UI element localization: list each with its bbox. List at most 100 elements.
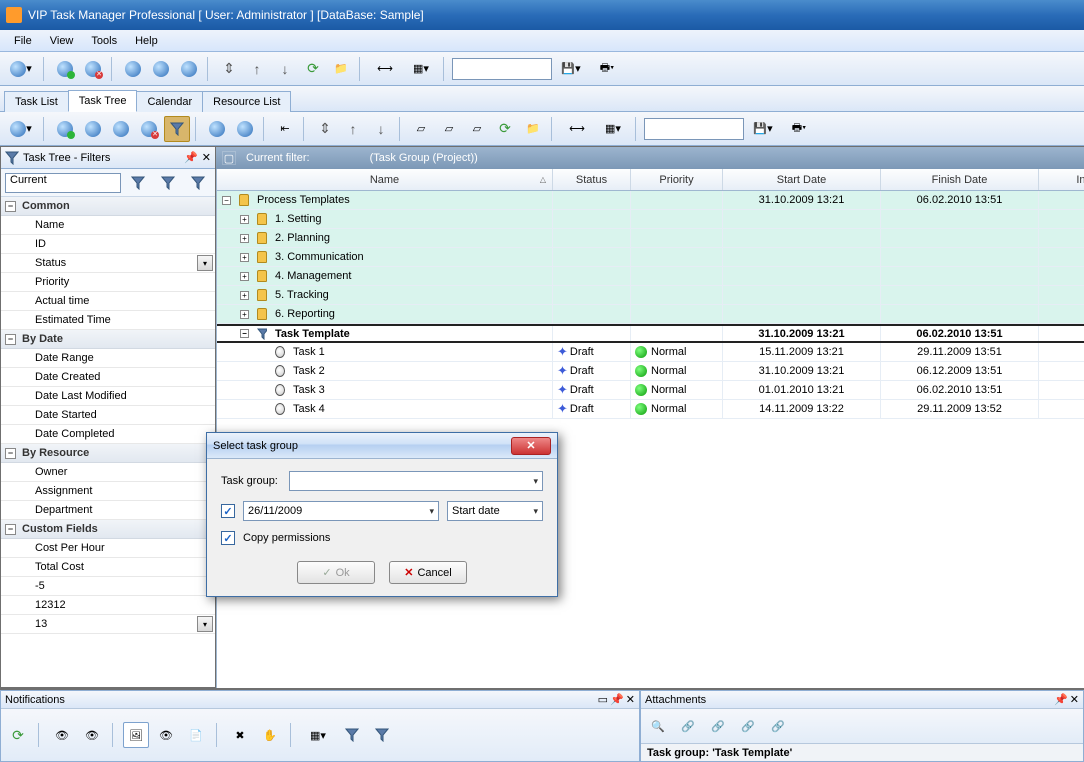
grid-row[interactable]: +6. Reporting <box>217 305 1084 324</box>
task-group-combo[interactable] <box>289 471 543 491</box>
date-picker[interactable]: 26/11/2009 <box>243 501 439 521</box>
tt-expand[interactable]: ⟷ <box>560 116 594 142</box>
preset-select[interactable]: Current <box>5 173 121 193</box>
tt-up[interactable]: ↑ <box>340 116 366 142</box>
tb-refresh[interactable]: ⟳ <box>300 56 326 82</box>
filter-item[interactable]: Total Cost <box>1 558 215 577</box>
date-checkbox[interactable]: ✓ <box>221 504 235 518</box>
filter-item[interactable]: Assignment <box>1 482 215 501</box>
tt-folder[interactable]: 📁 <box>520 116 546 142</box>
grid-row[interactable]: Task 3✦ Draft Normal01.01.2010 13:2106.0… <box>217 381 1084 400</box>
menu-help[interactable]: Help <box>127 33 166 49</box>
menu-tools[interactable]: Tools <box>83 33 125 49</box>
tt-tree2[interactable]: ▱ <box>436 116 462 142</box>
grid-row[interactable]: −Task Template31.10.2009 13:2106.02.2010… <box>217 324 1084 343</box>
tt-g6[interactable] <box>232 116 258 142</box>
filter-item[interactable]: Cost Per Hour <box>1 539 215 558</box>
tt-g2[interactable] <box>80 116 106 142</box>
preset-funnel-1[interactable] <box>125 170 151 196</box>
tb-expand[interactable]: ⟷ <box>368 56 402 82</box>
filter-group[interactable]: −Common <box>1 197 215 216</box>
tt-down[interactable]: ↓ <box>368 116 394 142</box>
attach-search[interactable]: 🔍 <box>645 713 671 739</box>
notif-doc[interactable]: 📄 <box>183 722 209 748</box>
filter-item[interactable]: Date Range <box>1 349 215 368</box>
tb-down[interactable]: ↓ <box>272 56 298 82</box>
pin-icon[interactable]: 📌 <box>184 151 198 164</box>
tb-folder[interactable]: 📁 <box>328 56 354 82</box>
attach-pin-icon[interactable]: 📌 <box>1054 693 1068 706</box>
filter-bar-close-icon[interactable]: ▢ <box>222 151 236 165</box>
tb-globe-5[interactable] <box>176 56 202 82</box>
tab-task-list[interactable]: Task List <box>4 91 69 112</box>
attach-link-3[interactable]: 🔗 <box>735 713 761 739</box>
tt-refresh[interactable]: ⟳ <box>492 116 518 142</box>
tt-indent[interactable]: ⇤ <box>272 116 298 142</box>
dialog-close-button[interactable]: ✕ <box>511 437 551 455</box>
attach-link-1[interactable]: 🔗 <box>675 713 701 739</box>
filter-item[interactable]: Date Last Modified <box>1 387 215 406</box>
tt-print[interactable]: 🖶▾ <box>782 116 816 142</box>
grid-row[interactable]: +2. Planning <box>217 229 1084 248</box>
notif-cols[interactable]: ▦▾ <box>301 722 335 748</box>
dialog-titlebar[interactable]: Select task group ✕ <box>207 433 557 459</box>
panel-pin-icon[interactable]: 📌 <box>610 693 624 706</box>
attach-close-icon[interactable]: ✕ <box>1070 693 1079 706</box>
tb-search-input[interactable] <box>452 58 552 80</box>
grid-row[interactable]: +5. Tracking <box>217 286 1084 305</box>
copy-permissions-checkbox[interactable]: ✓ <box>221 531 235 545</box>
col-start[interactable]: Start Date <box>723 169 881 190</box>
tt-filter-toggle[interactable] <box>164 116 190 142</box>
notif-funnel-2[interactable] <box>369 722 395 748</box>
tt-tree1[interactable]: ▱ <box>408 116 434 142</box>
filter-item[interactable]: Department <box>1 501 215 520</box>
grid-row[interactable]: Task 4✦ Draft Normal14.11.2009 13:2229.1… <box>217 400 1084 419</box>
close-icon[interactable]: ✕ <box>202 151 211 164</box>
tb-up-down[interactable]: ⇕ <box>216 56 242 82</box>
tt-search-input[interactable] <box>644 118 744 140</box>
filter-item[interactable]: Owner <box>1 463 215 482</box>
filter-item[interactable]: Name <box>1 216 215 235</box>
col-finish[interactable]: Finish Date <box>881 169 1039 190</box>
tt-new[interactable]: ▾ <box>4 116 38 142</box>
filter-tree[interactable]: −CommonNameIDStatusPriorityActual timeEs… <box>1 197 215 687</box>
cancel-button[interactable]: ✕Cancel <box>389 561 467 584</box>
tb-up[interactable]: ↑ <box>244 56 270 82</box>
tb-cols[interactable]: ▦▾ <box>404 56 438 82</box>
col-name[interactable]: Name△ <box>217 169 553 190</box>
grid-row[interactable]: +3. Communication <box>217 248 1084 267</box>
attach-link-4[interactable]: 🔗 <box>765 713 791 739</box>
filter-item[interactable]: Estimated Time <box>1 311 215 330</box>
preset-funnel-3[interactable] <box>185 170 211 196</box>
date-type-combo[interactable]: Start date <box>447 501 543 521</box>
filter-item[interactable]: Status <box>1 254 215 273</box>
filter-item[interactable]: -5 <box>1 577 215 596</box>
notif-eye-3[interactable]: 👁 <box>153 722 179 748</box>
notif-eye-2[interactable]: 👁 <box>79 722 105 748</box>
notif-refresh[interactable]: ⟳ <box>5 722 31 748</box>
filter-item[interactable]: Date Completed <box>1 425 215 444</box>
filter-item[interactable]: 13 <box>1 615 215 634</box>
ok-button[interactable]: ✓Ok <box>297 561 375 584</box>
notif-funnel-1[interactable] <box>339 722 365 748</box>
filter-item[interactable]: Priority <box>1 273 215 292</box>
tt-g4[interactable] <box>136 116 162 142</box>
notif-hand[interactable]: ✋ <box>257 722 283 748</box>
tt-g1[interactable] <box>52 116 78 142</box>
filter-item[interactable]: 12312 <box>1 596 215 615</box>
filter-group[interactable]: −By Resource <box>1 444 215 463</box>
tt-ud[interactable]: ⇕ <box>312 116 338 142</box>
filter-item-dropdown[interactable] <box>197 616 213 632</box>
tb-globe-4[interactable] <box>148 56 174 82</box>
menu-file[interactable]: File <box>6 33 40 49</box>
filter-item[interactable]: Actual time <box>1 292 215 311</box>
attach-link-2[interactable]: 🔗 <box>705 713 731 739</box>
grid-row[interactable]: Task 2✦ Draft Normal31.10.2009 13:2106.1… <box>217 362 1084 381</box>
tb-new[interactable]: ▾ <box>4 56 38 82</box>
filter-item-dropdown[interactable] <box>197 255 213 271</box>
tab-resource-list[interactable]: Resource List <box>202 91 291 112</box>
tt-cols[interactable]: ▦▾ <box>596 116 630 142</box>
tb-globe-2[interactable] <box>80 56 106 82</box>
grid-row[interactable]: −Process Templates31.10.2009 13:2106.02.… <box>217 191 1084 210</box>
preset-funnel-2[interactable] <box>155 170 181 196</box>
